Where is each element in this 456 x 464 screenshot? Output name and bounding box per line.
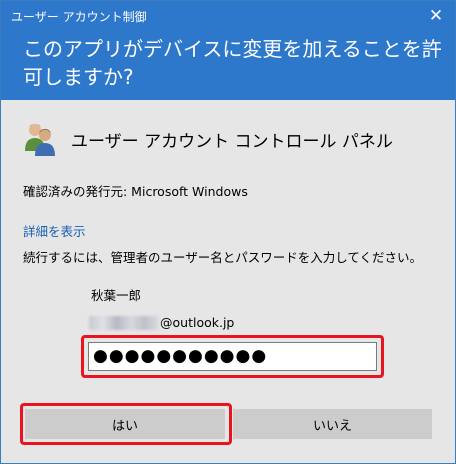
- dialog-header: ユーザー アカウント制御 ✕ このアプリがデバイスに変更を加えることを許可します…: [1, 1, 455, 100]
- yes-button[interactable]: はい: [25, 409, 225, 439]
- account-email: @outlook.jp: [89, 315, 234, 330]
- account-domain: @outlook.jp: [160, 315, 235, 330]
- close-icon: ✕: [428, 5, 444, 26]
- show-details-link[interactable]: 詳細を表示: [23, 221, 86, 240]
- no-button[interactable]: いいえ: [233, 409, 432, 439]
- uac-dialog: ユーザー アカウント制御 ✕ このアプリがデバイスに変更を加えることを許可します…: [0, 0, 456, 464]
- password-input[interactable]: ●●●●●●●●●●●: [88, 342, 377, 371]
- close-button[interactable]: ✕: [417, 1, 455, 31]
- redacted-username: [89, 315, 159, 330]
- app-info: ユーザー アカウント コントロール パネル: [23, 121, 393, 157]
- permission-question: このアプリがデバイスに変更を加えることを許可しますか?: [23, 37, 442, 89]
- instruction-text: 続行するには、管理者のユーザー名とパスワードを入力してください。: [23, 250, 423, 265]
- app-name: ユーザー アカウント コントロール パネル: [71, 131, 393, 152]
- users-icon: [25, 124, 55, 156]
- window-title: ユーザー アカウント制御: [11, 10, 147, 24]
- publisher-text: 確認済みの発行元: Microsoft Windows: [23, 184, 248, 199]
- user-display-name: 秋葉一郎: [91, 288, 142, 303]
